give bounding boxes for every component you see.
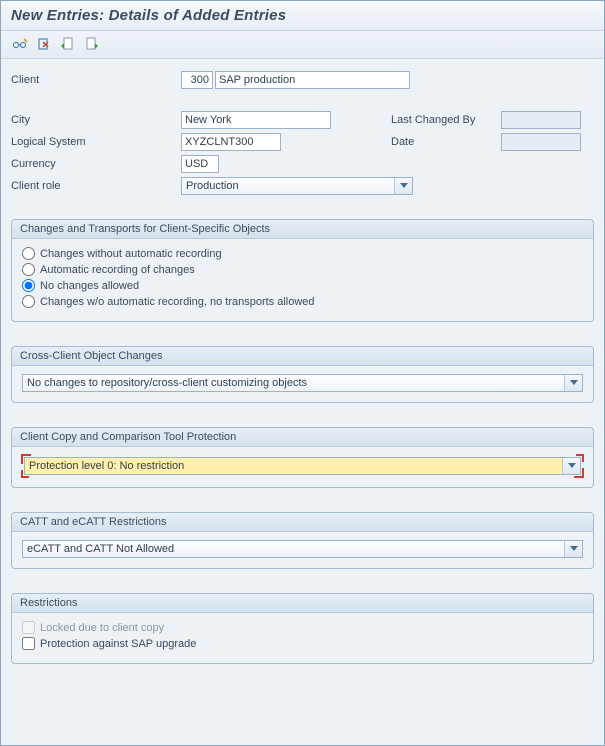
radio-opt1-label: Changes without automatic recording: [40, 248, 222, 260]
client-role-label: Client role: [11, 180, 181, 192]
check-locked-label: Locked due to client copy: [40, 622, 164, 634]
radio-opt3-label: No changes allowed: [40, 280, 139, 292]
group-changes-header: Changes and Transports for Client-Specif…: [12, 220, 593, 239]
chevron-down-icon: [564, 375, 582, 391]
last-changed-by-field: [501, 111, 581, 129]
client-name-input[interactable]: [215, 71, 410, 89]
page-arrow-right-icon: [85, 37, 99, 51]
cross-client-select[interactable]: No changes to repository/cross-client cu…: [22, 374, 583, 392]
group-catt-header: CATT and eCATT Restrictions: [12, 513, 593, 532]
protection-level-value: Protection level 0: No restriction: [29, 460, 184, 472]
page-title: New Entries: Details of Added Entries: [11, 7, 594, 24]
radio-opt4[interactable]: Changes w/o automatic recording, no tran…: [22, 295, 583, 308]
sap-window: New Entries: Details of Added Entries: [0, 0, 605, 746]
city-input[interactable]: [181, 111, 331, 129]
group-cross-header: Cross-Client Object Changes: [12, 347, 593, 366]
radio-opt3-input[interactable]: [22, 279, 35, 292]
previous-entry-button[interactable]: [59, 35, 77, 53]
check-upgrade-input[interactable]: [22, 637, 35, 650]
toolbar: [1, 31, 604, 59]
page-arrow-icon: [61, 37, 75, 51]
radio-opt4-label: Changes w/o automatic recording, no tran…: [40, 296, 315, 308]
group-client-copy: Client Copy and Comparison Tool Protecti…: [11, 427, 594, 488]
next-entry-button[interactable]: [83, 35, 101, 53]
title-bar: New Entries: Details of Added Entries: [1, 1, 604, 31]
group-restrictions: Restrictions Locked due to client copy P…: [11, 593, 594, 664]
check-locked-input: [22, 621, 35, 634]
logical-system-label: Logical System: [11, 136, 181, 148]
client-label: Client: [11, 74, 181, 86]
group-cross-client: Cross-Client Object Changes No changes t…: [11, 346, 594, 403]
client-role-value: Production: [186, 180, 239, 192]
delimit-icon: [37, 37, 51, 51]
glasses-pencil-icon: [12, 37, 28, 51]
currency-label: Currency: [11, 158, 181, 170]
protection-highlight: Protection level 0: No restriction: [22, 455, 583, 477]
check-upgrade-label: Protection against SAP upgrade: [40, 638, 196, 650]
radio-opt2-input[interactable]: [22, 263, 35, 276]
currency-input[interactable]: [181, 155, 219, 173]
delimit-button[interactable]: [35, 35, 53, 53]
last-changed-by-label: Last Changed By: [391, 114, 501, 126]
cross-client-value: No changes to repository/cross-client cu…: [27, 377, 307, 389]
radio-opt1[interactable]: Changes without automatic recording: [22, 247, 583, 260]
check-upgrade[interactable]: Protection against SAP upgrade: [22, 637, 583, 650]
client-role-select[interactable]: Production: [181, 177, 413, 195]
logical-system-input[interactable]: [181, 133, 281, 151]
catt-value: eCATT and CATT Not Allowed: [27, 543, 174, 555]
protection-level-select[interactable]: Protection level 0: No restriction: [24, 457, 581, 475]
catt-select[interactable]: eCATT and CATT Not Allowed: [22, 540, 583, 558]
chevron-down-icon: [564, 541, 582, 557]
radio-opt3[interactable]: No changes allowed: [22, 279, 583, 292]
group-restrictions-header: Restrictions: [12, 594, 593, 613]
check-locked: Locked due to client copy: [22, 621, 583, 634]
date-field: [501, 133, 581, 151]
date-label: Date: [391, 136, 501, 148]
group-copy-header: Client Copy and Comparison Tool Protecti…: [12, 428, 593, 447]
toggle-display-change-button[interactable]: [11, 35, 29, 53]
client-number-input[interactable]: [181, 71, 213, 89]
chevron-down-icon: [562, 458, 580, 474]
group-changes-transports: Changes and Transports for Client-Specif…: [11, 219, 594, 322]
radio-opt2-label: Automatic recording of changes: [40, 264, 195, 276]
chevron-down-icon: [394, 178, 412, 194]
group-catt: CATT and eCATT Restrictions eCATT and CA…: [11, 512, 594, 569]
city-label: City: [11, 114, 181, 126]
radio-opt2[interactable]: Automatic recording of changes: [22, 263, 583, 276]
radio-opt4-input[interactable]: [22, 295, 35, 308]
radio-opt1-input[interactable]: [22, 247, 35, 260]
content-area: Client City Last Changed By Logical Syst…: [1, 59, 604, 680]
